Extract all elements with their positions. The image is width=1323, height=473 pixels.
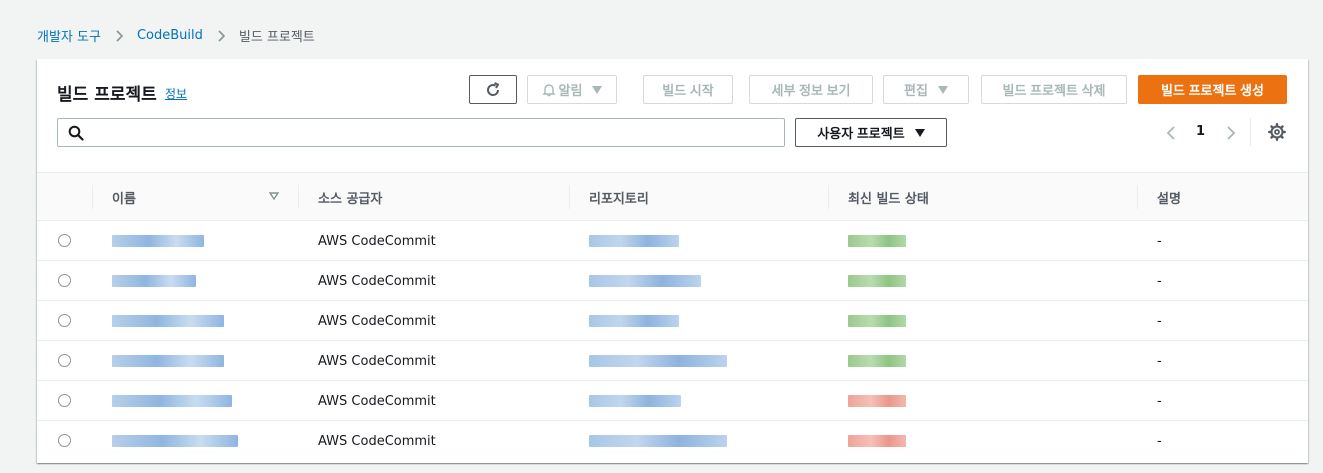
breadcrumb-current: 빌드 프로젝트 xyxy=(238,30,315,45)
column-header-repository: 리포지토리 xyxy=(589,191,649,207)
build-status-failed[interactable] xyxy=(848,395,906,407)
build-status-succeeded[interactable] xyxy=(848,275,906,287)
source-provider: AWS CodeCommit xyxy=(318,433,436,449)
alarm-dropdown-button[interactable]: 알림 xyxy=(527,75,617,104)
build-status-failed[interactable] xyxy=(848,435,906,447)
column-divider xyxy=(569,185,570,209)
create-build-project-button[interactable]: 빌드 프로젝트 생성 xyxy=(1138,75,1287,104)
gear-icon[interactable] xyxy=(1267,122,1287,142)
description: - xyxy=(1157,393,1162,409)
caret-down-icon xyxy=(592,85,603,94)
bell-icon xyxy=(541,83,556,96)
edit-label: 편집 xyxy=(904,83,928,98)
row-radio[interactable] xyxy=(58,234,71,247)
column-header-description: 설명 xyxy=(1157,191,1181,207)
refresh-button[interactable] xyxy=(469,75,517,104)
build-status-succeeded[interactable] xyxy=(848,235,906,247)
page-number[interactable]: 1 xyxy=(1196,124,1205,139)
repository-link[interactable] xyxy=(589,235,679,247)
alarm-label: 알림 xyxy=(558,83,583,98)
build-status-succeeded[interactable] xyxy=(848,315,906,327)
breadcrumb-developer-tools[interactable]: 개발자 도구 xyxy=(37,26,101,45)
project-name-link[interactable] xyxy=(112,315,224,327)
project-name-link[interactable] xyxy=(112,235,204,247)
description: - xyxy=(1157,353,1162,369)
project-name-link[interactable] xyxy=(112,275,196,287)
build-status-succeeded[interactable] xyxy=(848,355,906,367)
filter-selected-label: 사용자 프로젝트 xyxy=(817,126,905,141)
description: - xyxy=(1157,313,1162,329)
chevron-right-icon xyxy=(113,29,125,42)
breadcrumb-codebuild[interactable]: CodeBuild xyxy=(137,28,203,43)
search-input[interactable] xyxy=(92,122,772,143)
edit-dropdown-button[interactable]: 편집 xyxy=(883,75,969,104)
start-build-button[interactable]: 빌드 시작 xyxy=(643,75,733,104)
table-header: 이름 소스 공급자 리포지토리 최신 빌드 상태 설명 xyxy=(37,172,1308,221)
description: - xyxy=(1157,273,1162,289)
chevron-right-icon[interactable] xyxy=(1224,125,1238,141)
search-icon xyxy=(68,125,84,141)
table-row[interactable]: AWS CodeCommit - xyxy=(37,421,1308,461)
column-divider xyxy=(298,185,299,209)
table-row[interactable]: AWS CodeCommit - xyxy=(37,221,1308,261)
repository-link[interactable] xyxy=(589,435,727,447)
project-name-link[interactable] xyxy=(112,355,224,367)
repository-link[interactable] xyxy=(589,395,681,407)
column-header-name[interactable]: 이름 xyxy=(112,173,136,221)
divider xyxy=(1250,118,1251,146)
table-row[interactable]: AWS CodeCommit - xyxy=(37,261,1308,301)
delete-build-project-button[interactable]: 빌드 프로젝트 삭제 xyxy=(981,75,1127,104)
caret-down-icon xyxy=(914,128,925,137)
repository-link[interactable] xyxy=(589,275,701,287)
chevron-left-icon[interactable] xyxy=(1164,125,1178,141)
column-header-source: 소스 공급자 xyxy=(318,191,383,207)
panel-title: 빌드 프로젝트 xyxy=(57,85,157,105)
refresh-icon xyxy=(487,81,500,96)
source-provider: AWS CodeCommit xyxy=(318,353,436,369)
column-divider xyxy=(92,185,93,209)
source-provider: AWS CodeCommit xyxy=(318,273,436,289)
sort-down-icon[interactable] xyxy=(269,192,279,200)
table-row[interactable]: AWS CodeCommit - xyxy=(37,341,1308,381)
view-details-button[interactable]: 세부 정보 보기 xyxy=(749,75,873,104)
repository-link[interactable] xyxy=(589,355,727,367)
row-radio[interactable] xyxy=(58,314,71,327)
column-divider xyxy=(828,185,829,209)
row-radio[interactable] xyxy=(58,434,71,447)
chevron-right-icon xyxy=(215,29,227,42)
row-radio[interactable] xyxy=(58,354,71,367)
pagination: 1 xyxy=(1164,123,1244,143)
repository-link[interactable] xyxy=(589,315,679,327)
table-row[interactable]: AWS CodeCommit - xyxy=(37,301,1308,341)
project-name-link[interactable] xyxy=(112,435,238,447)
source-provider: AWS CodeCommit xyxy=(318,233,436,249)
column-divider xyxy=(1137,185,1138,209)
table-row[interactable]: AWS CodeCommit - xyxy=(37,381,1308,421)
build-projects-panel: 빌드 프로젝트 정보 알림 빌드 시작 세부 정보 보기 편집 빌드 프로젝트 … xyxy=(37,59,1308,463)
source-provider: AWS CodeCommit xyxy=(318,313,436,329)
description: - xyxy=(1157,233,1162,249)
row-radio[interactable] xyxy=(58,394,71,407)
column-header-status: 최신 빌드 상태 xyxy=(848,191,929,207)
caret-down-icon xyxy=(937,85,948,94)
project-name-link[interactable] xyxy=(112,395,232,407)
source-provider: AWS CodeCommit xyxy=(318,393,436,409)
project-filter-select[interactable]: 사용자 프로젝트 xyxy=(795,118,947,147)
search-field[interactable] xyxy=(57,118,785,147)
info-link[interactable]: 정보 xyxy=(165,85,187,102)
breadcrumb: 개발자 도구 CodeBuild 빌드 프로젝트 xyxy=(37,26,315,45)
row-radio[interactable] xyxy=(58,274,71,287)
description: - xyxy=(1157,433,1162,449)
